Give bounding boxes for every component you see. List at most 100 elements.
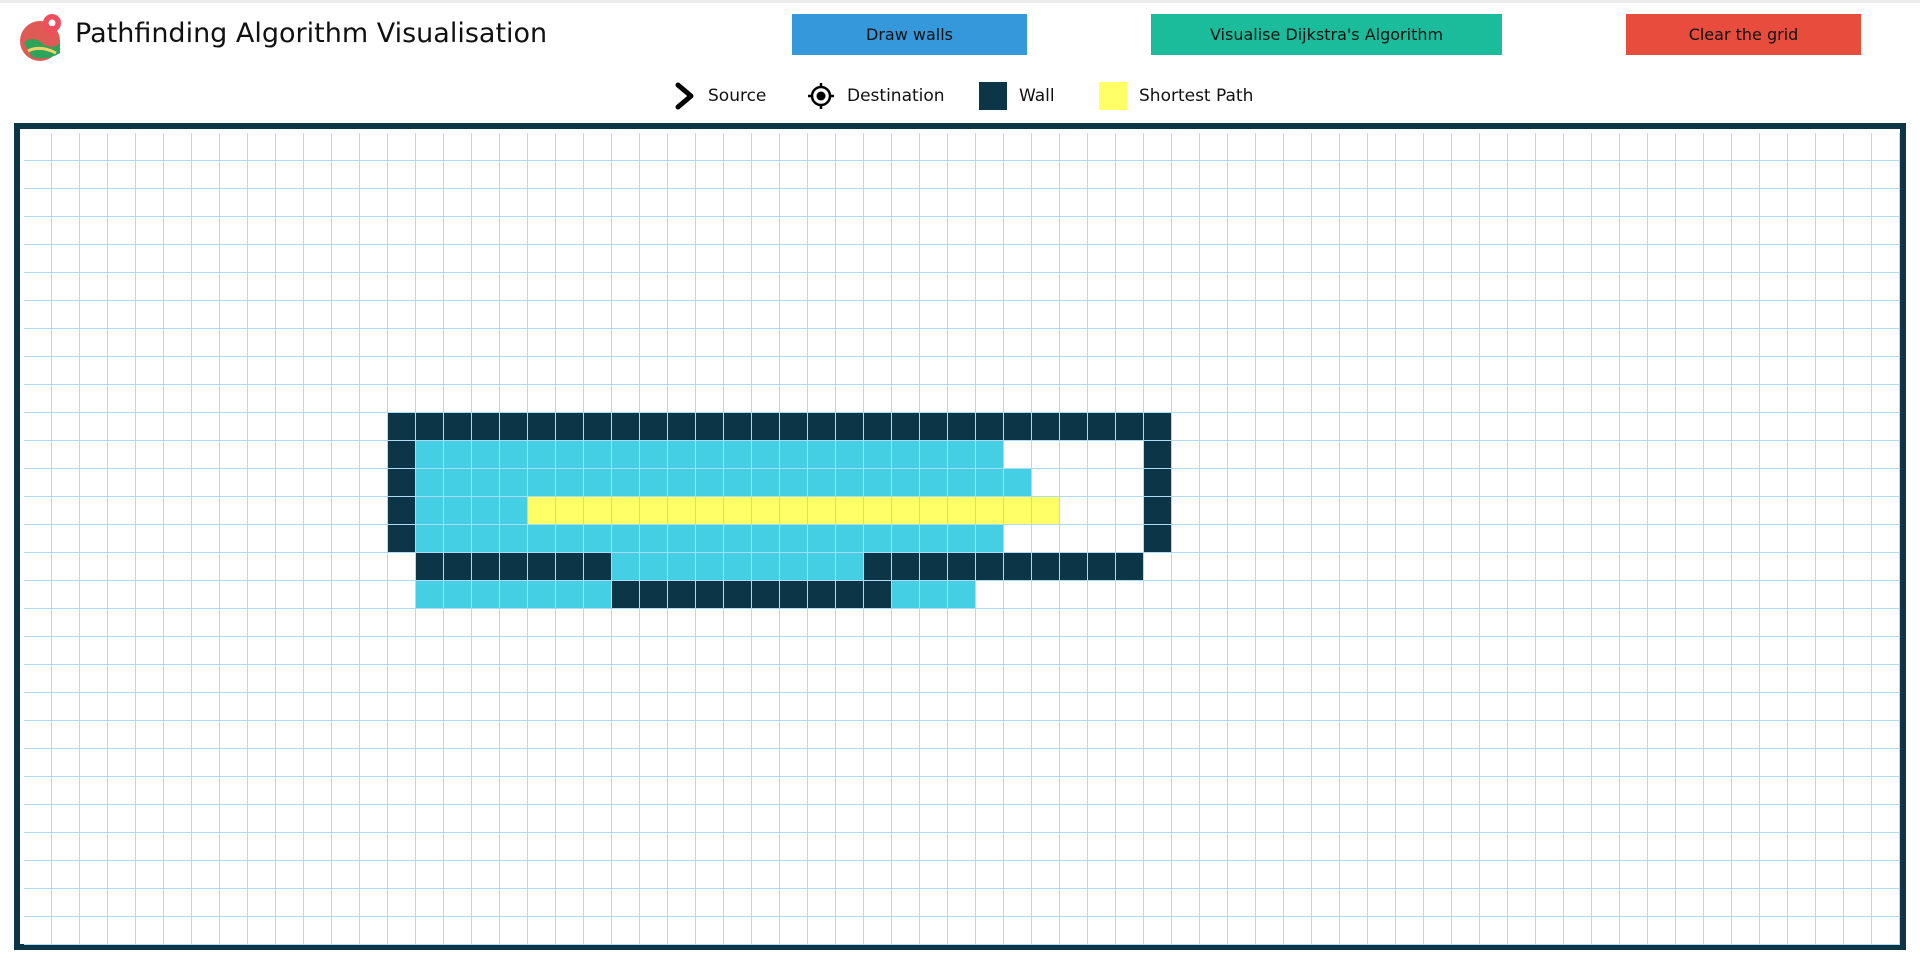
- grid-cell[interactable]: [584, 609, 612, 637]
- grid-cell[interactable]: [1844, 161, 1872, 189]
- grid-cell[interactable]: [864, 245, 892, 273]
- grid-cell[interactable]: [612, 161, 640, 189]
- wall-cell[interactable]: [612, 413, 640, 441]
- grid-cell[interactable]: [108, 497, 136, 525]
- grid-cell[interactable]: [24, 385, 52, 413]
- grid-cell[interactable]: [1480, 161, 1508, 189]
- grid-cell[interactable]: [556, 777, 584, 805]
- grid-cell[interactable]: [1536, 777, 1564, 805]
- grid-cell[interactable]: [1732, 413, 1760, 441]
- grid-cell[interactable]: [1676, 133, 1704, 161]
- grid-cell[interactable]: [1816, 217, 1844, 245]
- grid-cell[interactable]: [1844, 833, 1872, 861]
- grid-cell[interactable]: [1480, 273, 1508, 301]
- grid-cell[interactable]: [1620, 777, 1648, 805]
- grid-cell[interactable]: [556, 721, 584, 749]
- grid-cell[interactable]: [1228, 273, 1256, 301]
- visited-cell[interactable]: [472, 469, 500, 497]
- path-cell[interactable]: [696, 497, 724, 525]
- grid-cell[interactable]: [724, 357, 752, 385]
- grid-cell[interactable]: [80, 581, 108, 609]
- grid-cell[interactable]: [248, 301, 276, 329]
- grid-cell[interactable]: [1648, 581, 1676, 609]
- grid-cell[interactable]: [668, 609, 696, 637]
- grid-cell[interactable]: [1032, 665, 1060, 693]
- grid-cell[interactable]: [1536, 581, 1564, 609]
- grid-cell[interactable]: [1704, 273, 1732, 301]
- grid-cell[interactable]: [1032, 721, 1060, 749]
- grid-cell[interactable]: [1256, 609, 1284, 637]
- grid-cell[interactable]: [1228, 665, 1256, 693]
- grid-cell[interactable]: [360, 721, 388, 749]
- grid-cell[interactable]: [1088, 581, 1116, 609]
- grid-cell[interactable]: [1480, 553, 1508, 581]
- visited-cell[interactable]: [892, 525, 920, 553]
- grid-cell[interactable]: [1816, 413, 1844, 441]
- grid-cell[interactable]: [1536, 833, 1564, 861]
- grid-cell[interactable]: [248, 525, 276, 553]
- grid-cell[interactable]: [388, 329, 416, 357]
- grid-cell[interactable]: [612, 609, 640, 637]
- grid-cell[interactable]: [52, 637, 80, 665]
- grid-cell[interactable]: [1452, 777, 1480, 805]
- grid-cell[interactable]: [1760, 133, 1788, 161]
- grid-cell[interactable]: [724, 721, 752, 749]
- grid-cell[interactable]: [1536, 693, 1564, 721]
- grid-cell[interactable]: [500, 609, 528, 637]
- grid-cell[interactable]: [1788, 161, 1816, 189]
- grid-cell[interactable]: [1480, 609, 1508, 637]
- grid-cell[interactable]: [1620, 693, 1648, 721]
- grid-cell[interactable]: [1564, 133, 1592, 161]
- grid-cell[interactable]: [528, 665, 556, 693]
- grid-cell[interactable]: [780, 133, 808, 161]
- grid-cell[interactable]: [108, 609, 136, 637]
- grid-cell[interactable]: [640, 609, 668, 637]
- grid-cell[interactable]: [808, 161, 836, 189]
- grid-cell[interactable]: [1760, 581, 1788, 609]
- grid-cell[interactable]: [444, 273, 472, 301]
- grid-cell[interactable]: [892, 161, 920, 189]
- grid-cell[interactable]: [724, 833, 752, 861]
- grid-cell[interactable]: [1844, 581, 1872, 609]
- grid-cell[interactable]: [836, 301, 864, 329]
- grid-cell[interactable]: [332, 637, 360, 665]
- grid-cell[interactable]: [24, 553, 52, 581]
- grid-cell[interactable]: [528, 245, 556, 273]
- grid-cell[interactable]: [1452, 301, 1480, 329]
- grid-cell[interactable]: [948, 217, 976, 245]
- grid-cell[interactable]: [1508, 805, 1536, 833]
- grid-cell[interactable]: [1228, 777, 1256, 805]
- grid-cell[interactable]: [1340, 189, 1368, 217]
- grid-cell[interactable]: [696, 609, 724, 637]
- grid-cell[interactable]: [892, 665, 920, 693]
- visited-cell[interactable]: [892, 441, 920, 469]
- grid-cell[interactable]: [696, 805, 724, 833]
- grid-cell[interactable]: [136, 581, 164, 609]
- grid-cell[interactable]: [1228, 889, 1256, 917]
- grid-cell[interactable]: [948, 917, 976, 945]
- grid-cell[interactable]: [724, 665, 752, 693]
- grid-cell[interactable]: [1060, 273, 1088, 301]
- grid-cell[interactable]: [192, 357, 220, 385]
- grid-cell[interactable]: [1340, 749, 1368, 777]
- grid-cell[interactable]: [1816, 385, 1844, 413]
- wall-cell[interactable]: [444, 553, 472, 581]
- grid-cell[interactable]: [1816, 917, 1844, 945]
- visited-cell[interactable]: [444, 469, 472, 497]
- grid-cell[interactable]: [304, 329, 332, 357]
- grid-cell[interactable]: [1228, 861, 1256, 889]
- grid-cell[interactable]: [416, 833, 444, 861]
- grid-cell[interactable]: [1256, 133, 1284, 161]
- grid-cell[interactable]: [668, 273, 696, 301]
- wall-cell[interactable]: [640, 581, 668, 609]
- grid-cell[interactable]: [612, 749, 640, 777]
- grid-cell[interactable]: [1788, 301, 1816, 329]
- grid-cell[interactable]: [1340, 805, 1368, 833]
- grid-cell[interactable]: [24, 721, 52, 749]
- grid-cell[interactable]: [472, 301, 500, 329]
- grid-cell[interactable]: [1284, 721, 1312, 749]
- grid-cell[interactable]: [1228, 413, 1256, 441]
- grid-cell[interactable]: [24, 637, 52, 665]
- grid-cell[interactable]: [1676, 441, 1704, 469]
- grid-cell[interactable]: [304, 861, 332, 889]
